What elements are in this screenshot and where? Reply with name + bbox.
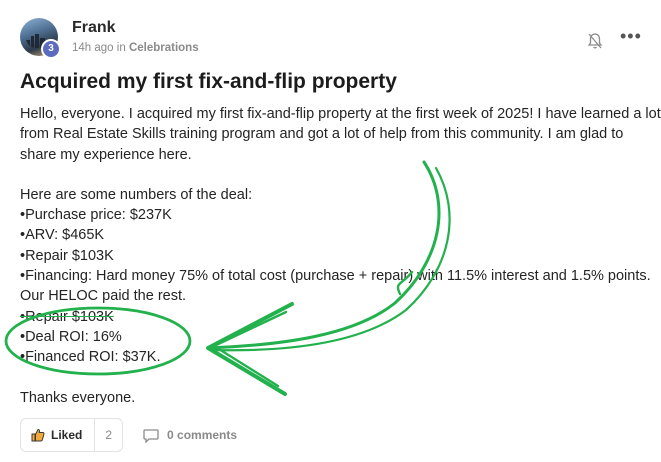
avatar[interactable]: 3 xyxy=(20,18,61,59)
level-badge: 3 xyxy=(41,39,61,59)
intro-line: share my experience here. xyxy=(20,146,192,163)
post-body: Hello, everyone. I acquired my first fix… xyxy=(20,104,661,408)
comments-label: 0 comments xyxy=(167,428,238,442)
bell-off-icon[interactable] xyxy=(587,32,603,50)
deal-line: •Repair $103K xyxy=(20,247,114,264)
deal-line: •Financing: Hard money 75% of total cost… xyxy=(20,268,651,285)
deal-line: •Financed ROI: $37K. xyxy=(20,349,161,366)
post-time: 14h ago xyxy=(72,42,114,54)
comment-icon xyxy=(143,428,159,443)
post-footer: Liked 2 0 comments xyxy=(20,418,237,452)
intro-paragraph: Hello, everyone. I acquired my first fix… xyxy=(20,104,661,165)
deal-line: Our HELOC paid the rest. xyxy=(20,288,187,305)
post-title: Acquired my first fix-and-flip property xyxy=(20,70,397,93)
more-options-icon[interactable]: ••• xyxy=(620,26,642,46)
deal-line: Here are some numbers of the deal: xyxy=(20,186,253,203)
deal-paragraph: Here are some numbers of the deal: •Purc… xyxy=(20,185,651,368)
deal-line-struck: •Repair $103K xyxy=(20,308,114,325)
post-subline: 14h ago in Celebrations xyxy=(72,40,199,56)
deal-line: •Purchase price: $237K xyxy=(20,207,172,224)
closing-line: Thanks everyone. xyxy=(20,389,136,406)
in-word: in xyxy=(116,42,126,54)
category-link[interactable]: Celebrations xyxy=(129,42,199,54)
intro-line: from Real Estate Skills training program… xyxy=(20,126,624,143)
comments-button[interactable]: 0 comments xyxy=(143,428,237,443)
like-label: Liked xyxy=(51,428,83,442)
deal-line: •ARV: $465K xyxy=(20,227,105,244)
intro-line: Hello, everyone. I acquired my first fix… xyxy=(20,106,661,122)
thumbs-up-icon xyxy=(31,428,45,442)
post-header: 3 Frank 14h ago in Celebrations xyxy=(20,18,199,59)
like-button[interactable]: Liked 2 xyxy=(20,418,124,452)
post-card: 3 Frank 14h ago in Celebrations ••• Acqu… xyxy=(0,0,661,462)
like-count[interactable]: 2 xyxy=(94,418,122,452)
deal-line: •Deal ROI: 16% xyxy=(20,328,122,345)
author-name[interactable]: Frank xyxy=(72,18,199,38)
post-meta: Frank 14h ago in Celebrations xyxy=(72,18,199,56)
